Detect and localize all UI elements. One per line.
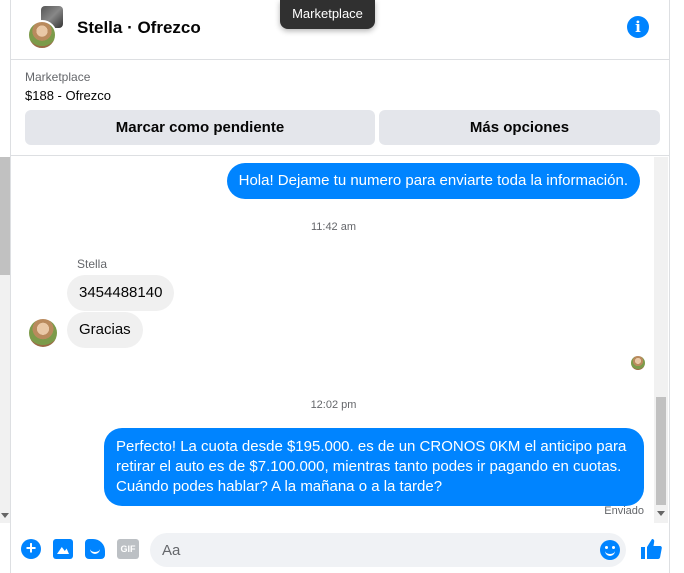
composer: + GIF <box>11 523 669 573</box>
chat-window: Stella · Ofrezco i Marketplace $188 - Of… <box>10 0 670 573</box>
timestamp: 12:02 pm <box>310 399 357 411</box>
contact-avatar <box>29 319 57 347</box>
mark-pending-button[interactable]: Marcar como pendiente <box>25 110 375 145</box>
info-icon[interactable]: i <box>627 16 649 38</box>
contact-avatar <box>27 20 57 50</box>
outer-scrollbar[interactable] <box>0 157 10 523</box>
outgoing-message[interactable]: Hola! Dejame tu numero para enviarte tod… <box>226 163 640 199</box>
photo-icon[interactable] <box>53 539 73 559</box>
scrollbar-thumb[interactable] <box>656 397 666 505</box>
message-input-box[interactable] <box>150 533 626 567</box>
gif-icon[interactable]: GIF <box>117 539 139 559</box>
scroll-down-arrow[interactable] <box>657 511 665 516</box>
incoming-message[interactable]: Gracias <box>67 312 143 348</box>
timestamp: 11:42 am <box>310 221 357 233</box>
group-avatar[interactable] <box>27 6 67 50</box>
marketplace-tooltip: Marketplace <box>280 0 375 29</box>
sticker-icon[interactable] <box>85 539 105 559</box>
incoming-message[interactable]: 3454488140 <box>67 275 175 311</box>
scrollbar-thumb[interactable] <box>0 157 10 275</box>
marketplace-panel: Marketplace $188 - Ofrezco Marcar como p… <box>11 60 669 156</box>
scroll-down-arrow[interactable] <box>1 513 9 518</box>
thread-scrollbar[interactable] <box>654 157 668 523</box>
plus-icon[interactable]: + <box>21 539 41 559</box>
outgoing-message[interactable]: Perfecto! La cuota desde $195.000. es de… <box>104 428 644 506</box>
read-receipt-avatar <box>631 356 645 370</box>
message-input[interactable] <box>150 533 570 567</box>
sender-name: Stella <box>77 257 108 271</box>
emoji-icon[interactable] <box>600 540 620 560</box>
marketplace-label: Marketplace <box>25 70 91 84</box>
more-options-button[interactable]: Más opciones <box>379 110 660 145</box>
like-icon[interactable] <box>639 537 663 561</box>
message-thread: Hola! Dejame tu numero para enviarte tod… <box>11 157 656 523</box>
listing-title[interactable]: $188 - Ofrezco <box>25 88 111 103</box>
sent-status: Enviado <box>604 505 644 517</box>
chat-title[interactable]: Stella · Ofrezco <box>77 18 201 38</box>
